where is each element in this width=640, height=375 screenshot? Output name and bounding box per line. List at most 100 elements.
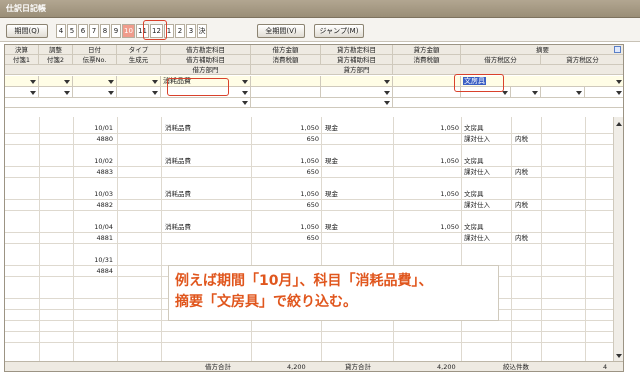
- header-row2-4: 借方補助科目: [161, 55, 251, 65]
- month-6[interactable]: 10: [122, 24, 135, 38]
- entry-memo: 文房具: [464, 223, 484, 231]
- header-row2-1: 付箋2: [39, 55, 73, 65]
- entry-debit-account: 消耗品費: [165, 190, 191, 198]
- month-2[interactable]: 6: [78, 24, 88, 38]
- entry-debit-account: 消耗品費: [165, 157, 191, 165]
- filter-row-3: [5, 98, 623, 108]
- header-row3-1: 貸方部門: [321, 65, 393, 75]
- credit-total-label: 貸方合計: [345, 363, 371, 371]
- totals-footer: 借方合計 4,200 貸方合計 4,200 絞込件数 4: [5, 361, 623, 371]
- entry-date: 10/31: [94, 256, 113, 264]
- filter-credit-taxcat[interactable]: [541, 87, 585, 98]
- header-row1-1: 調整: [39, 45, 73, 55]
- filter-credit-dept[interactable]: [321, 98, 393, 108]
- header-row2-2: 伝票No.: [73, 55, 117, 65]
- filter-date[interactable]: [73, 76, 117, 87]
- filter-voucher[interactable]: [73, 87, 117, 98]
- entry-debit-account: 消耗品費: [165, 124, 191, 132]
- header-row1-7: 貸方金額: [393, 45, 461, 55]
- table-row-empty[interactable]: [5, 321, 615, 332]
- debit-total: 4,200: [287, 363, 306, 371]
- entry-tax: 650: [306, 168, 319, 176]
- table-row[interactable]: 10/02 消耗品費 1,050 現金 1,050 文房具: [5, 156, 615, 167]
- table-row-empty[interactable]: [5, 332, 615, 343]
- jump-button[interactable]: ジャンプ(M): [314, 24, 364, 38]
- entry-debit-amount: 1,050: [300, 223, 319, 231]
- scroll-up-icon[interactable]: [616, 122, 622, 126]
- month-3[interactable]: 7: [89, 24, 99, 38]
- filter-type[interactable]: [117, 76, 161, 87]
- all-period-button[interactable]: 全期間(V): [257, 24, 305, 38]
- filter-tag1[interactable]: [5, 87, 39, 98]
- entry-voucher-no: 4884: [96, 267, 113, 275]
- header-row1-8: 摘要: [461, 45, 623, 55]
- filter-credit-taxtype[interactable]: [585, 87, 623, 98]
- header-row-3: 借方部門 貸方部門: [5, 65, 623, 75]
- table-row-sub[interactable]: 4881 650 課対仕入 内税: [5, 233, 615, 244]
- month-5[interactable]: 9: [111, 24, 121, 38]
- month-4[interactable]: 8: [100, 24, 110, 38]
- header-row-1: 決算 調整 日付 タイプ 借方勘定科目 借方金額 貸方勘定科目 貸方金額 摘要: [5, 45, 623, 55]
- entry-credit-account: 現金: [325, 190, 338, 198]
- entry-tax-category: 課対仕入: [464, 135, 490, 143]
- month-0[interactable]: 4: [56, 24, 66, 38]
- header-row1-3: タイプ: [117, 45, 161, 55]
- month-12[interactable]: 決: [197, 24, 207, 38]
- grid-settings-icon[interactable]: [614, 46, 621, 53]
- header-row1-0: 決算: [5, 45, 39, 55]
- entry-voucher-no: 4883: [96, 168, 113, 176]
- table-row[interactable]: 10/04 消耗品費 1,050 現金 1,050 文房具: [5, 222, 615, 233]
- filter-row-2: [5, 87, 623, 98]
- table-row-sub[interactable]: 4882 650 課対仕入 内税: [5, 200, 615, 211]
- filter-row-1: 消耗品費 文房具: [5, 76, 623, 87]
- entries-table: 10/01 消耗品費 1,050 現金 1,050 文房具 4880 650 課対仕入 内税 10/…: [5, 117, 615, 363]
- filter-adjust[interactable]: [39, 76, 73, 87]
- filter-tag2[interactable]: [39, 87, 73, 98]
- filter-credit-amount[interactable]: [393, 76, 461, 87]
- period-toolbar: 期間(Q) 4 5 6 7 8 9 10 11 12 1 2 3 決 全期間(V) ジャンプ(M): [0, 18, 640, 42]
- scroll-down-icon[interactable]: [616, 354, 622, 358]
- month-11[interactable]: 3: [186, 24, 196, 38]
- entry-credit-account: 現金: [325, 124, 338, 132]
- filter-settle[interactable]: [5, 76, 39, 87]
- header-row1-4: 借方勘定科目: [161, 45, 251, 55]
- credit-total: 4,200: [437, 363, 456, 371]
- entry-debit-account: 消耗品費: [165, 223, 191, 231]
- filter-origin[interactable]: [117, 87, 161, 98]
- header-row1-2: 日付: [73, 45, 117, 55]
- vertical-scrollbar[interactable]: [613, 117, 623, 363]
- entry-tax-type: [515, 266, 540, 277]
- period-button[interactable]: 期間(Q): [6, 24, 48, 38]
- table-row[interactable]: 10/03 消耗品費 1,050 現金 1,050 文房具: [5, 189, 615, 200]
- entry-credit-amount: 1,050: [440, 124, 459, 132]
- entry-date: 10/04: [94, 223, 113, 231]
- entry-debit-amount: 1,050: [300, 190, 319, 198]
- callout-line-1: 例えば期間「10月」、科目「消耗品費」、: [175, 273, 433, 289]
- entry-tax-category: 課対仕入: [464, 234, 490, 242]
- header-row2-5: 消費税額: [251, 55, 321, 65]
- filter-credit-tax[interactable]: [393, 87, 461, 98]
- header-row2-3: 生成元: [117, 55, 161, 65]
- filter-debit-dept[interactable]: [161, 98, 251, 108]
- table-row-sub[interactable]: 4883 650 課対仕入 内税: [5, 167, 615, 178]
- callout-line-2: 摘要「文房具」で絞り込む。: [175, 294, 357, 310]
- filter-credit-account[interactable]: [321, 76, 393, 87]
- filter-debit-taxtype[interactable]: [511, 87, 541, 98]
- header-row3-0: 借方部門: [161, 65, 251, 75]
- count-label: 絞込件数: [503, 363, 529, 371]
- entry-tax-type: 内税: [515, 234, 528, 242]
- entry-memo: 文房具: [464, 124, 484, 132]
- entry-debit-amount: 1,050: [300, 157, 319, 165]
- filter-debit-tax[interactable]: [251, 87, 321, 98]
- entry-tax: 650: [306, 234, 319, 242]
- table-row-sub[interactable]: 4880 650 課対仕入 内税: [5, 134, 615, 145]
- count: 4: [603, 363, 608, 371]
- month-10[interactable]: 2: [175, 24, 185, 38]
- filter-debit-amount[interactable]: [251, 76, 321, 87]
- annotation-callout: 例えば期間「10月」、科目「消耗品費」、 摘要「文房具」で絞り込む。: [168, 265, 499, 321]
- entry-date: 10/02: [94, 157, 113, 165]
- month-1[interactable]: 5: [67, 24, 77, 38]
- table-row[interactable]: 10/01 消耗品費 1,050 現金 1,050 文房具: [5, 123, 615, 134]
- filter-credit-sub[interactable]: [321, 87, 393, 98]
- entry-credit-amount: 1,050: [440, 157, 459, 165]
